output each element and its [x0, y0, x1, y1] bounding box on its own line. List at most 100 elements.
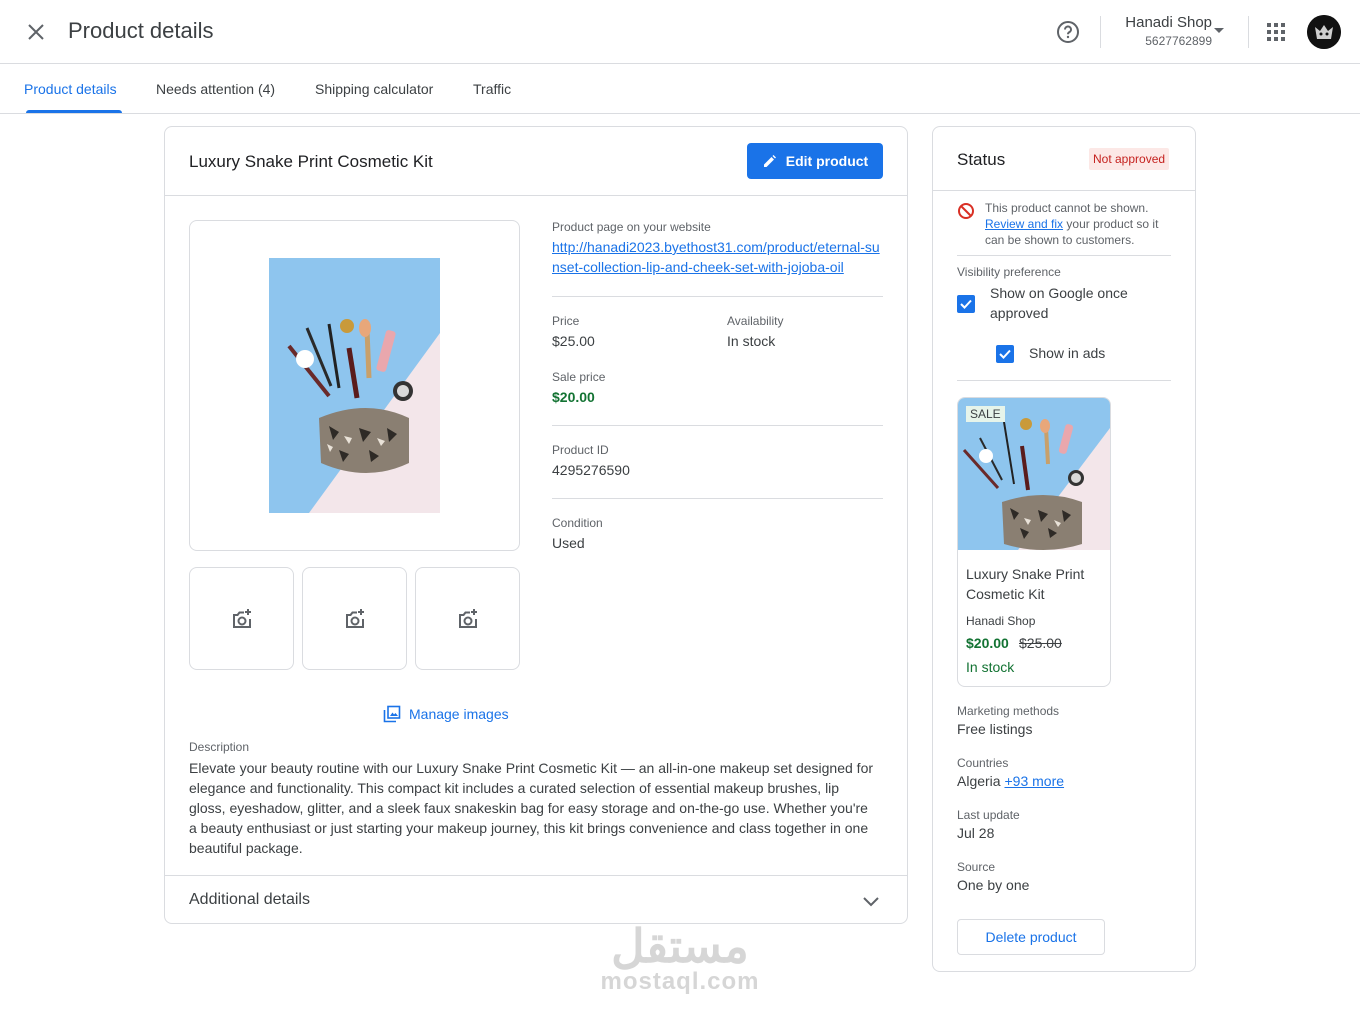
show-on-google-label: Show on Google once approved: [990, 285, 1128, 321]
sale-tag: SALE: [966, 406, 1005, 422]
source-field: Source One by one: [957, 860, 1029, 893]
divider: [552, 425, 883, 426]
condition-value: Used: [552, 535, 585, 551]
price-label: Price: [552, 314, 580, 328]
shopping-preview-card[interactable]: SALE Luxury Snake Print Cosmetic Kit Han…: [957, 397, 1111, 687]
availability-field: Availability In stock: [727, 314, 783, 349]
preview-sale-price: $20.00: [966, 635, 1009, 651]
divider: [552, 296, 883, 297]
status-card: Status Not approved This product cannot …: [932, 126, 1196, 972]
marketing-methods-field: Marketing methods Free listings: [957, 704, 1059, 737]
divider: [1100, 16, 1101, 48]
sale-price-label: Sale price: [552, 370, 606, 384]
sale-price-value: $20.00: [552, 389, 595, 405]
pencil-icon: [763, 155, 776, 167]
website-url-link[interactable]: http://hanadi2023.byethost31.com/product…: [552, 237, 884, 277]
tab-shipping-calculator[interactable]: Shipping calculator: [315, 81, 433, 97]
ban-icon: [958, 203, 974, 219]
preview-original-price: $25.00: [1019, 635, 1062, 651]
add-image-slot[interactable]: [189, 567, 294, 670]
watermark-arabic: مستقل: [611, 920, 749, 972]
help-icon[interactable]: [1055, 19, 1081, 45]
condition-label: Condition: [552, 516, 603, 530]
avatar[interactable]: [1307, 15, 1341, 49]
marketing-label: Marketing methods: [957, 704, 1060, 718]
delete-product-button[interactable]: Delete product: [957, 919, 1105, 955]
image-library-icon: [383, 705, 401, 723]
additional-details-label: Additional details: [189, 891, 310, 908]
product-photo: [269, 258, 440, 513]
preview-image: SALE: [958, 398, 1110, 550]
last-update-field: Last update Jul 28: [957, 808, 1020, 841]
marketing-value: Free listings: [957, 721, 1033, 737]
countries-label: Countries: [957, 756, 1009, 770]
product-id-value: 4295276590: [552, 462, 630, 478]
availability-value: In stock: [727, 333, 776, 349]
main-product-image[interactable]: [189, 220, 520, 551]
chevron-down-icon: [863, 897, 879, 907]
add-photo-icon: [458, 608, 477, 628]
availability-label: Availability: [727, 314, 784, 328]
dropdown-caret-icon[interactable]: [1214, 28, 1224, 33]
add-image-slot[interactable]: [302, 567, 407, 670]
show-in-ads-checkbox[interactable]: [996, 345, 1014, 363]
last-update-label: Last update: [957, 808, 1020, 822]
product-id-field: Product ID 4295276590: [552, 443, 630, 478]
watermark: مستقل mostaql.com: [560, 920, 800, 996]
sale-price-field: Sale price $20.00: [552, 370, 605, 405]
divider: [1248, 16, 1249, 48]
condition-field: Condition Used: [552, 516, 603, 551]
preview-title: Luxury Snake Print Cosmetic Kit: [966, 566, 1085, 602]
product-card-header: Luxury Snake Print Cosmetic Kit Edit pro…: [165, 127, 907, 196]
checkbox-checked-icon: [960, 299, 972, 309]
status-card-header: Status Not approved: [933, 127, 1195, 191]
edit-product-button[interactable]: Edit product: [747, 143, 883, 179]
status-badge: Not approved: [1089, 148, 1170, 170]
close-icon[interactable]: [22, 18, 50, 46]
add-photo-icon: [232, 608, 251, 628]
source-value: One by one: [957, 877, 1030, 893]
active-tab-indicator: [26, 110, 122, 113]
preview-shop: Hanadi Shop: [966, 614, 1036, 628]
tab-traffic[interactable]: Traffic: [473, 81, 511, 97]
manage-images-label: Manage images: [409, 706, 509, 722]
page-title: Product details: [68, 18, 214, 43]
add-photo-icon: [345, 608, 364, 628]
visibility-label: Visibility preference: [957, 265, 1061, 279]
product-id-label: Product ID: [552, 443, 609, 457]
last-update-value: Jul 28: [957, 825, 995, 841]
warning-text: This product cannot be shown.: [985, 201, 1149, 215]
checkbox-checked-icon: [999, 349, 1011, 359]
preview-stock: In stock: [966, 659, 1015, 675]
divider: [957, 255, 1171, 256]
show-in-ads-label: Show in ads: [1029, 345, 1106, 361]
show-on-google-checkbox[interactable]: [957, 295, 975, 313]
product-title: Luxury Snake Print Cosmetic Kit: [189, 152, 433, 171]
watermark-latin: mostaql.com: [600, 968, 760, 995]
website-field: Product page on your website http://hana…: [552, 220, 884, 277]
product-card: Luxury Snake Print Cosmetic Kit Edit pro…: [164, 126, 908, 924]
apps-grid-icon[interactable]: [1265, 21, 1287, 43]
review-and-fix-link[interactable]: Review and fix: [985, 217, 1063, 231]
source-label: Source: [957, 860, 996, 874]
top-app-bar: Product details Hanadi Shop 5627762899: [0, 0, 1360, 64]
tab-product-details[interactable]: Product details: [24, 81, 117, 97]
manage-images-link[interactable]: Manage images: [383, 705, 509, 723]
price-value: $25.00: [552, 333, 595, 349]
description-label: Description: [189, 740, 250, 754]
more-countries-link[interactable]: +93 more: [1004, 773, 1064, 789]
status-title: Status: [957, 150, 1006, 169]
tab-bar: Product details Needs attention (4) Ship…: [0, 65, 1360, 114]
divider: [957, 380, 1171, 381]
divider: [552, 498, 883, 499]
add-image-slot[interactable]: [415, 567, 520, 670]
countries-field: Countries Algeria +93 more: [957, 756, 1064, 789]
account-name: Hanadi Shop: [1125, 14, 1212, 31]
price-field: Price $25.00: [552, 314, 595, 349]
website-label: Product page on your website: [552, 220, 711, 234]
account-switcher[interactable]: Hanadi Shop 5627762899: [1112, 14, 1212, 48]
description-field: Description Elevate your beauty routine …: [189, 740, 879, 858]
tab-needs-attention[interactable]: Needs attention (4): [156, 81, 275, 97]
additional-details-expander[interactable]: Additional details: [165, 875, 907, 923]
account-id: 5627762899: [1145, 34, 1212, 48]
